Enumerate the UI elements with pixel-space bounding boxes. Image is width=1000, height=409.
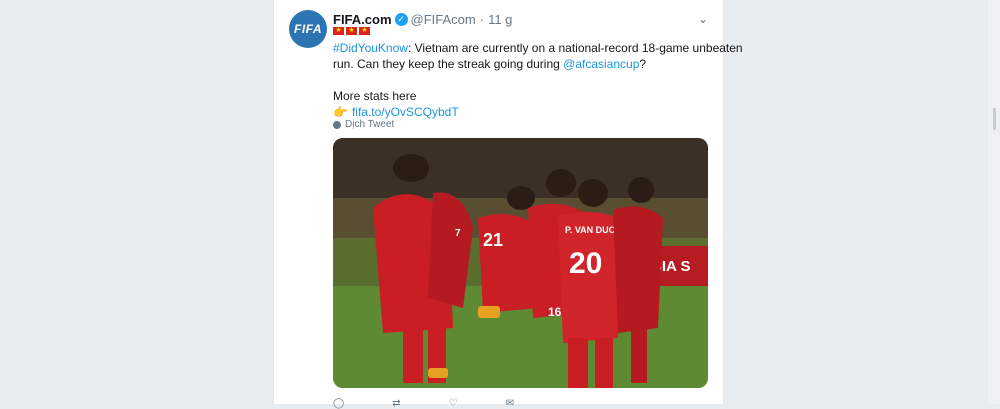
tweet-text-part: : Vietnam are currently on a national-re… <box>407 41 743 55</box>
translate-tweet[interactable]: Dịch Tweet <box>333 119 394 130</box>
globe-icon <box>333 120 341 129</box>
display-name[interactable]: FIFA.com <box>333 12 392 27</box>
vietnam-flag-icon: ★ <box>359 27 370 35</box>
hashtag-link[interactable]: #DidYouKnow <box>333 41 408 55</box>
mention-link[interactable]: @afcasiancup <box>563 57 639 71</box>
avatar[interactable]: FIFA <box>289 10 327 48</box>
jersey-number-shorts: 7 <box>455 228 461 239</box>
vietnam-flag-icon: ★ <box>333 27 344 35</box>
vietnam-flag-icon: ★ <box>346 27 357 35</box>
chevron-down-icon[interactable]: ⌄ <box>698 12 708 26</box>
scrollbar-thumb[interactable] <box>993 108 996 130</box>
timestamp[interactable]: 11 g <box>488 12 512 27</box>
jersey-name: P. VAN DUC <box>565 225 616 235</box>
translate-label[interactable]: Dịch Tweet <box>345 119 394 130</box>
jersey-number: 20 <box>569 247 602 280</box>
verified-badge-icon: ✓ <box>394 12 408 26</box>
pointing-hand-icon: 👉 <box>333 105 348 119</box>
jersey-number-left: 21 <box>483 230 503 250</box>
tweet-text-part: ? <box>639 57 647 71</box>
tweet-photo[interactable]: BIA S 21 16 P. VAN DUC 20 7 <box>333 138 708 388</box>
tweet-card[interactable]: FIFA FIFA.com ✓ @FIFAcom · 11 g ⌄ ★ ★ ★ … <box>273 0 743 409</box>
fifa-link[interactable]: fifa.to/yOvSCQybdT <box>352 105 459 119</box>
user-handle[interactable]: @FIFAcom <box>411 12 476 27</box>
tweet-text: #DidYouKnow: Vietnam are currently on a … <box>333 40 743 120</box>
separator: · <box>479 11 485 27</box>
flag-emojis: ★ ★ ★ <box>333 27 370 35</box>
tweet-header: FIFA.com ✓ @FIFAcom · 11 g <box>333 11 512 27</box>
tweet-text-part: run. Can they keep the streak going duri… <box>333 57 564 71</box>
more-stats-text: More stats here <box>333 89 417 103</box>
jersey-number-back: 16 <box>548 305 562 319</box>
page-scrollbar[interactable] <box>988 0 1000 404</box>
